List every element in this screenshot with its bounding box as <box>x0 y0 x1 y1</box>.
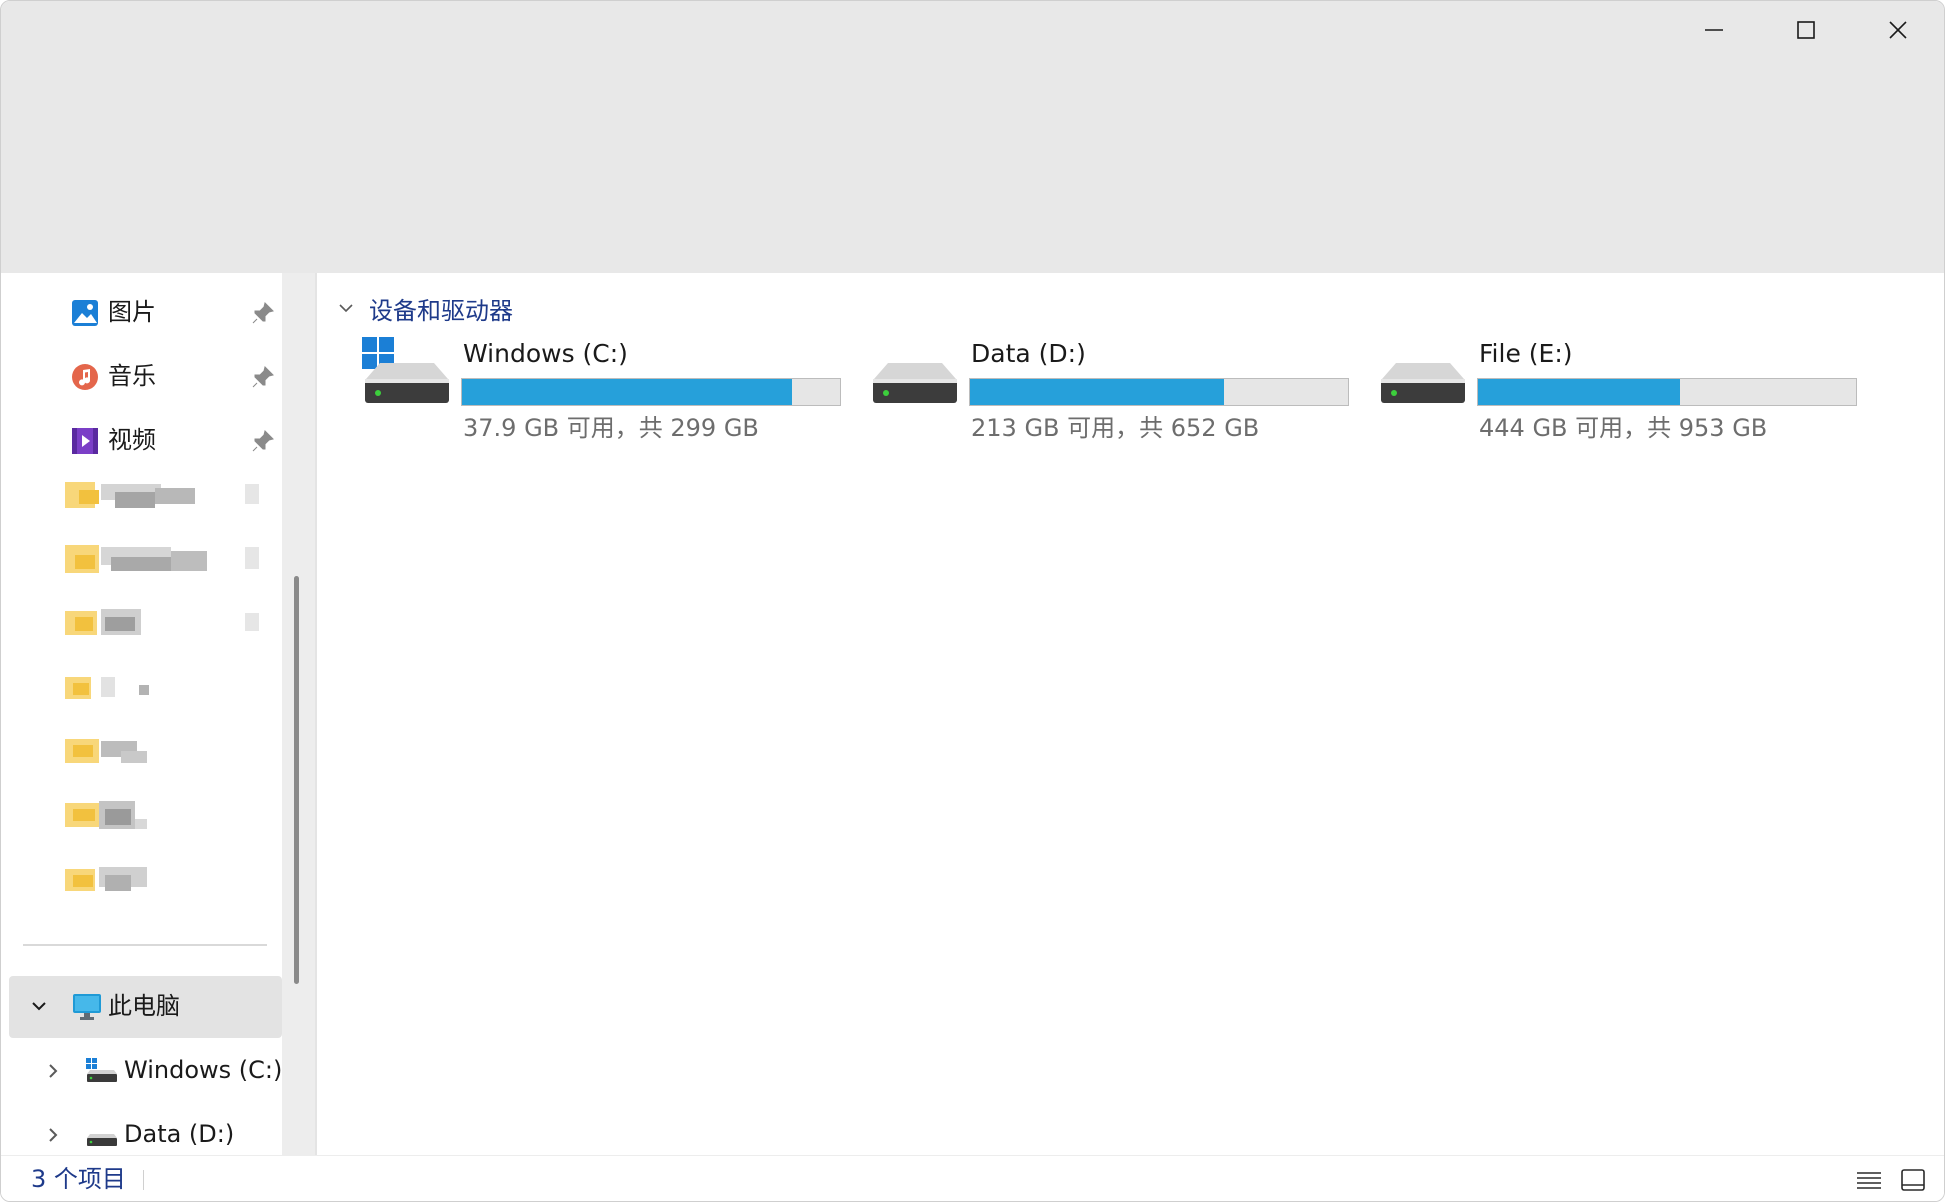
drive-name: Windows (C:) <box>463 339 628 368</box>
usage-bar <box>1477 378 1857 406</box>
sidebar-item-pictures[interactable]: 图片 <box>1 281 282 345</box>
sidebar-item-music[interactable]: 音乐 <box>1 345 282 409</box>
file-explorer-window: 图片 音乐 视频 此电脑 Windows (C:) Data (D:) 设备和驱… <box>0 0 1945 1202</box>
navigation-pane: 图片 音乐 视频 此电脑 Windows (C:) Data (D:) <box>1 273 282 1155</box>
redacted-folder-item[interactable] <box>65 733 275 777</box>
sidebar-item-label: 视频 <box>108 426 156 454</box>
chevron-down-icon[interactable] <box>337 299 355 317</box>
usage-bar <box>969 378 1349 406</box>
pictures-icon <box>72 300 98 326</box>
music-icon <box>72 364 98 390</box>
videos-icon <box>72 428 98 454</box>
usage-bar-fill <box>970 379 1224 405</box>
sidebar-item-label: 音乐 <box>108 362 156 390</box>
drive-tile-d[interactable]: Data (D:) 213 GB 可用，共 652 GB <box>870 337 1370 442</box>
minimize-icon <box>1705 29 1723 31</box>
status-separator <box>143 1170 144 1190</box>
drive-size: 444 GB 可用，共 953 GB <box>1479 414 1768 442</box>
drive-icon <box>87 1134 117 1146</box>
group-header-devices[interactable]: 设备和驱动器 <box>337 291 513 325</box>
drive-tile-c[interactable]: Windows (C:) 37.9 GB 可用，共 299 GB <box>362 337 862 442</box>
tree-item-label: Data (D:) <box>124 1120 235 1148</box>
item-count: 3 个项目 <box>31 1165 126 1193</box>
pin-icon <box>252 302 274 324</box>
system-drive-icon <box>86 1058 117 1082</box>
chevron-right-icon[interactable] <box>45 1125 61 1145</box>
nav-scrollbar[interactable] <box>294 576 299 984</box>
computer-icon <box>73 994 101 1020</box>
usage-bar-fill <box>1478 379 1680 405</box>
maximize-button[interactable] <box>1760 1 1852 59</box>
sidebar-item-videos[interactable]: 视频 <box>1 409 282 473</box>
pin-icon <box>252 430 274 452</box>
pane-separator[interactable] <box>282 273 317 1155</box>
drive-size: 213 GB 可用，共 652 GB <box>971 414 1260 442</box>
tree-item-this-pc[interactable]: 此电脑 <box>9 976 282 1038</box>
chevron-down-icon[interactable] <box>29 996 49 1016</box>
drive-name: Data (D:) <box>971 339 1086 368</box>
redacted-folder-item[interactable] <box>65 605 275 649</box>
maximize-icon <box>1797 21 1815 39</box>
tree-item-label: 此电脑 <box>108 992 180 1020</box>
pin-icon <box>252 366 274 388</box>
details-view-button[interactable] <box>1854 1166 1884 1194</box>
minimize-button[interactable] <box>1668 1 1760 59</box>
usage-bar-fill <box>462 379 792 405</box>
close-button[interactable] <box>1852 1 1944 59</box>
content-pane: 设备和驱动器 Windows (C:) 37.9 GB 可用，共 299 GB <box>317 273 1944 1155</box>
redacted-folder-item[interactable] <box>65 861 275 905</box>
redacted-folder-item[interactable] <box>65 478 275 522</box>
drive-tile-e[interactable]: File (E:) 444 GB 可用，共 953 GB <box>1378 337 1878 442</box>
drive-name: File (E:) <box>1479 339 1573 368</box>
tiles-view-icon <box>1901 1169 1925 1191</box>
large-icons-view-button[interactable] <box>1898 1166 1928 1194</box>
title-bar <box>1 1 1944 273</box>
sidebar-item-label: 图片 <box>108 298 156 326</box>
system-drive-icon <box>362 337 449 403</box>
usage-bar <box>461 378 841 406</box>
status-bar: 3 个项目 <box>1 1155 1944 1201</box>
group-title: 设备和驱动器 <box>369 296 513 325</box>
redacted-folder-item[interactable] <box>65 541 275 585</box>
chevron-right-icon[interactable] <box>45 1061 61 1081</box>
nav-divider <box>23 944 267 946</box>
drive-icon <box>1381 363 1465 403</box>
drive-size: 37.9 GB 可用，共 299 GB <box>463 414 759 442</box>
redacted-folder-item[interactable] <box>65 797 275 841</box>
drive-icon <box>873 363 957 403</box>
close-icon <box>1889 21 1907 39</box>
tree-item-drive-c[interactable]: Windows (C:) <box>1 1040 282 1102</box>
details-view-icon <box>1857 1172 1881 1189</box>
redacted-folder-item[interactable] <box>65 669 275 713</box>
tree-item-label: Windows (C:) <box>124 1056 283 1084</box>
